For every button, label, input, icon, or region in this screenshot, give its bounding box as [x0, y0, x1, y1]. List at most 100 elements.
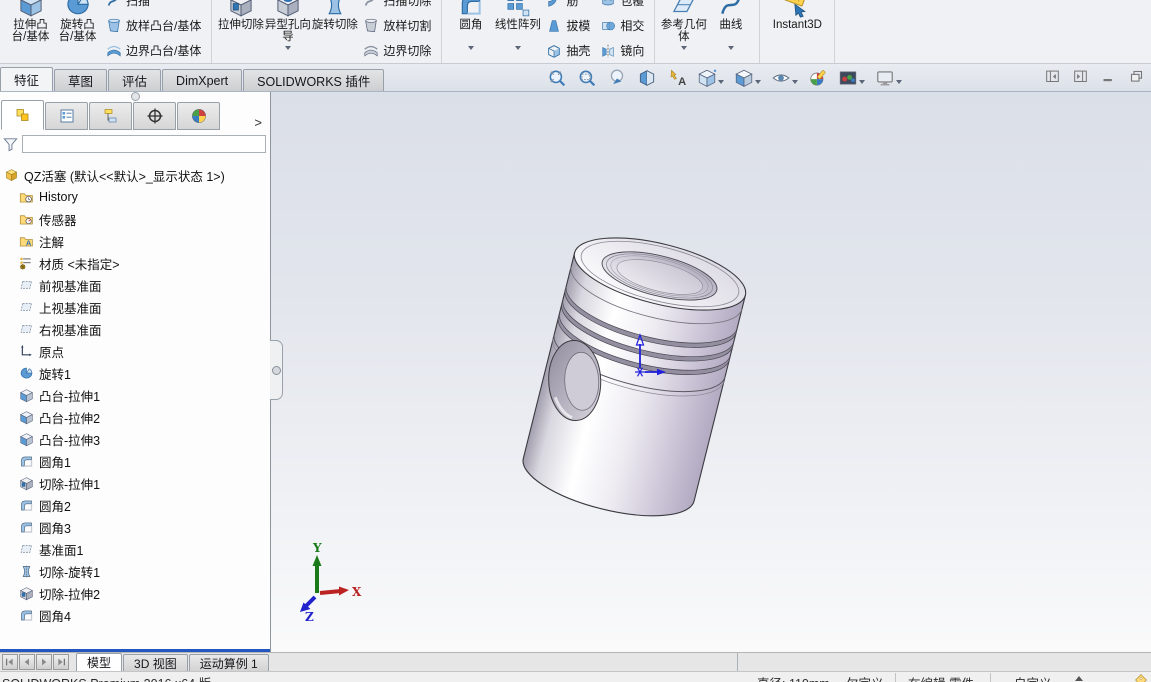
ribbon-button-extruded-cut[interactable]: 拉伸切除 [217, 0, 264, 43]
tree-item[interactable]: 圆角3 [0, 516, 270, 538]
dropdown-arrow-icon[interactable] [515, 46, 521, 50]
tree-item[interactable]: History [0, 186, 270, 208]
ribbon-button-boundary-boss[interactable]: 边界凸台/基体 [101, 38, 206, 63]
tree-item[interactable]: A注解 [0, 230, 270, 252]
panel-tab-dimxpert[interactable] [133, 102, 176, 130]
panel-tabs-overflow-arrow[interactable]: > [254, 115, 262, 130]
edit-appearance-button[interactable] [806, 66, 830, 90]
ribbon-button-label: 扫描切除 [383, 0, 431, 9]
dropdown-arrow-icon[interactable] [728, 46, 734, 50]
ribbon-button-curves[interactable]: 曲线 [707, 0, 754, 50]
dropdown-arrow-icon[interactable] [681, 46, 687, 50]
ribbon-button-shell[interactable]: 抽壳 [541, 38, 595, 63]
ribbon-button-extruded-boss[interactable]: 拉伸凸台/基体 [7, 0, 54, 43]
tree-item[interactable]: 圆角2 [0, 494, 270, 516]
tree-item-label: History [39, 190, 78, 204]
ribbon-button-swept-boss[interactable]: 扫描 [101, 0, 206, 13]
ribbon-button-revolved-cut[interactable]: 旋转切除 [311, 0, 358, 43]
ribbon-button-revolved-boss[interactable]: 旋转凸台/基体 [54, 0, 101, 43]
tree-item[interactable]: 切除-拉伸1 [0, 472, 270, 494]
ribbon-button-draft[interactable]: 拔模 [541, 13, 595, 38]
view-settings-button[interactable] [873, 66, 904, 90]
tree-item[interactable]: 右视基准面 [0, 318, 270, 340]
command-tab-3[interactable]: DimXpert [162, 69, 242, 91]
dropdown-arrow-icon[interactable] [718, 80, 724, 84]
ribbon-button-swept-cut[interactable]: 扫描切除 [358, 0, 436, 13]
dropdown-arrow-icon[interactable] [859, 80, 865, 84]
panel-tab-displaymanager[interactable] [177, 102, 220, 130]
ribbon-button-lofted-boss[interactable]: 放样凸台/基体 [101, 13, 206, 38]
command-tab-2[interactable]: 评估 [108, 69, 161, 91]
nav-last-button[interactable] [53, 654, 69, 670]
tree-item[interactable]: 凸台-拉伸1 [0, 384, 270, 406]
panel-tab-configurationmanager[interactable] [89, 102, 132, 130]
tree-item[interactable]: 圆角1 [0, 450, 270, 472]
tree-item[interactable]: 凸台-拉伸3 [0, 428, 270, 450]
hide-show-items-button[interactable] [769, 66, 800, 90]
restore-button[interactable] [1127, 68, 1145, 85]
tree-item[interactable]: 切除-旋转1 [0, 560, 270, 582]
ribbon-button-reference-geometry[interactable]: 参考几何体 [660, 0, 707, 50]
command-tab-0[interactable]: 特征 [0, 67, 53, 91]
annotation-view-button[interactable]: A [665, 66, 689, 90]
dropdown-arrow-icon[interactable] [468, 46, 474, 50]
nav-next-button[interactable] [36, 654, 52, 670]
ribbon-button-linear-pattern[interactable]: 线性阵列 [494, 0, 541, 50]
feature-filter-input[interactable] [22, 135, 266, 153]
command-tab-1[interactable]: 草图 [54, 69, 107, 91]
minimize-button[interactable] [1099, 68, 1117, 85]
boss-extrude-feature-icon [19, 432, 34, 447]
dropdown-arrow-icon[interactable] [285, 46, 291, 50]
ribbon-button-intersect[interactable]: 相交 [595, 13, 649, 38]
filter-funnel-icon[interactable] [2, 136, 19, 153]
apply-scene-button[interactable] [836, 66, 867, 90]
ribbon-button-boundary-cut[interactable]: 边界切除 [358, 38, 436, 63]
command-tab-4[interactable]: SOLIDWORKS 插件 [243, 69, 384, 91]
tree-item[interactable]: 材质 <未指定> [0, 252, 270, 274]
view-orientation-button[interactable] [695, 66, 726, 90]
ribbon-button-wrap[interactable]: 包覆 [595, 0, 649, 13]
panel-collapse-tab[interactable] [270, 340, 283, 400]
display-style-button[interactable] [732, 66, 763, 90]
previous-view-button[interactable] [605, 66, 629, 90]
restore-icon [1129, 69, 1144, 84]
tree-item[interactable]: 上视基准面 [0, 296, 270, 318]
part-icon [4, 168, 19, 183]
piston-model[interactable] [511, 222, 752, 530]
pane-left-button[interactable] [1043, 68, 1061, 85]
bottom-tab-2[interactable]: 运动算例 1 [189, 654, 269, 671]
panel-tab-propertymanager[interactable] [45, 102, 88, 130]
nav-first-button[interactable] [2, 654, 18, 670]
ribbon-button-mirror[interactable]: 镜向 [595, 38, 649, 63]
ribbon-button-instant3d[interactable]: Instant3D [765, 0, 829, 43]
nav-prev-button[interactable] [19, 654, 35, 670]
ribbon-button-rib[interactable]: 筋 [541, 0, 595, 13]
tree-item[interactable]: 旋转1 [0, 362, 270, 384]
tree-item[interactable]: 传感器 [0, 208, 270, 230]
zoom-area-button[interactable] [575, 66, 599, 90]
ribbon-button-hole-wizard[interactable]: 异型孔向导 [264, 0, 311, 50]
tree-item[interactable]: 基准面1 [0, 538, 270, 560]
zoom-fit-button[interactable] [545, 66, 569, 90]
section-view-button[interactable] [635, 66, 659, 90]
tree-item-root[interactable]: QZ活塞 (默认<<默认>_显示状态 1>) [0, 164, 270, 186]
tree-item[interactable]: 切除-拉伸2 [0, 582, 270, 604]
status-up-arrow-icon[interactable] [1075, 676, 1083, 681]
swept-cut-icon [363, 0, 379, 9]
panel-splitter-handle[interactable] [0, 92, 270, 100]
graphics-viewport[interactable]: Y X Z [271, 92, 1151, 652]
pane-right-button[interactable] [1071, 68, 1089, 85]
dropdown-arrow-icon[interactable] [755, 80, 761, 84]
ribbon-button-lofted-cut[interactable]: 放样切割 [358, 13, 436, 38]
tree-item[interactable]: 圆角4 [0, 604, 270, 626]
bottom-tab-0[interactable]: 模型 [76, 653, 122, 671]
ribbon-button-fillet[interactable]: 圆角 [447, 0, 494, 50]
tree-item[interactable]: 前视基准面 [0, 274, 270, 296]
panel-tab-featuremanager[interactable] [1, 100, 44, 130]
dropdown-arrow-icon[interactable] [792, 80, 798, 84]
bottom-tab-1[interactable]: 3D 视图 [123, 654, 188, 671]
dropdown-arrow-icon[interactable] [896, 80, 902, 84]
tree-item[interactable]: 原点 [0, 340, 270, 362]
tree-item[interactable]: 凸台-拉伸2 [0, 406, 270, 428]
ribbon-group: Instant3D [760, 0, 835, 64]
